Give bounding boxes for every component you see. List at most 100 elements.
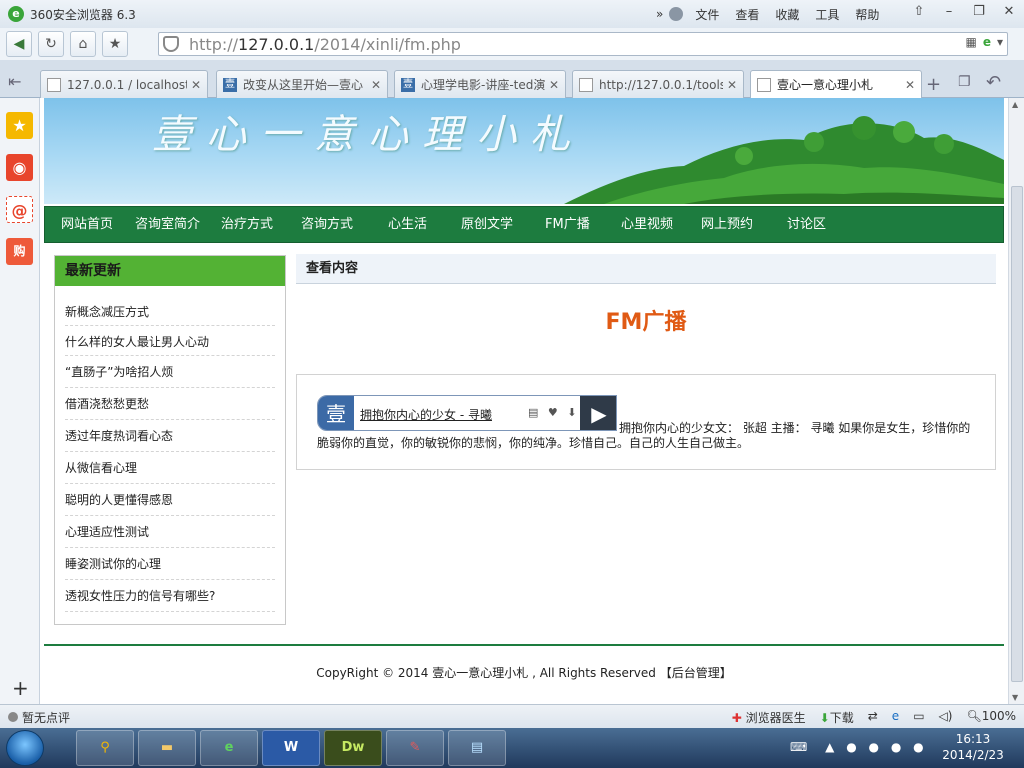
address-dropdown-icon[interactable]: ▾ [997, 35, 1003, 49]
scroll-down-icon[interactable]: ▼ [1012, 693, 1018, 702]
close-icon[interactable]: ✕ [994, 0, 1024, 24]
more-icon[interactable]: » [656, 7, 663, 21]
latest-updates-list: 新概念减压方式 什么样的女人最让男人心动 “直肠子”为啥招人烦 借酒浇愁愁更愁 … [55, 286, 285, 612]
tab-psych-movies[interactable]: 壹 心理学电影-讲座-ted演 ✕ [394, 70, 566, 98]
tab-list-icon[interactable]: ❐ [958, 74, 971, 90]
tab-close-icon[interactable]: ✕ [549, 78, 559, 92]
back-button[interactable]: ◀ [6, 31, 32, 57]
new-tab-icon[interactable]: + [926, 74, 941, 95]
home-button[interactable]: ⌂ [70, 31, 96, 57]
page-scrollbar[interactable]: ▲ ▼ [1008, 98, 1024, 704]
menu-file[interactable]: 文件 [695, 6, 719, 23]
qq-icon[interactable]: ● [869, 740, 879, 754]
qrcode-icon[interactable]: ▦ [965, 35, 976, 49]
nav-about[interactable]: 咨询室简介 [135, 207, 200, 243]
360-browser-app-icon[interactable]: e [200, 730, 258, 766]
list-item[interactable]: 聪明的人更懂得感恩 [65, 484, 275, 516]
list-item[interactable]: 透过年度热词看心态 [65, 420, 275, 452]
qq-icon[interactable]: ● [913, 740, 923, 754]
download-button[interactable]: ⬇下载 [820, 709, 854, 726]
qq-icon[interactable]: ● [846, 740, 856, 754]
star-icon[interactable]: ★ [6, 112, 33, 139]
ie-mode-icon[interactable]: e [983, 35, 991, 49]
tab-yixin-active[interactable]: 壹心一意心理小札 ✕ [750, 70, 922, 98]
mail-icon[interactable]: @ [6, 196, 33, 223]
menu-tools[interactable]: 工具 [815, 6, 839, 23]
list-item[interactable]: “直肠子”为啥招人烦 [65, 356, 275, 388]
list-item[interactable]: 睡姿测试你的心理 [65, 548, 275, 580]
weibo-icon[interactable]: ◉ [6, 154, 33, 181]
zoom-control[interactable]: 🔍︎100% [966, 709, 1016, 726]
notes-app-icon[interactable]: ✎ [386, 730, 444, 766]
window-icon[interactable]: ▭ [913, 709, 924, 726]
tab-close-icon[interactable]: ✕ [905, 78, 915, 92]
nav-therapy[interactable]: 治疗方式 [221, 207, 273, 243]
speed-icon[interactable]: ⇄ [868, 709, 878, 726]
list-item[interactable]: 借酒浇愁愁更愁 [65, 388, 275, 420]
nav-literature[interactable]: 原创文学 [461, 207, 513, 243]
minimize-icon[interactable]: – [934, 0, 964, 24]
keyboard-icon[interactable]: ⌨ [790, 740, 807, 754]
security-shield-icon[interactable] [163, 36, 179, 52]
skin-icon[interactable]: ⇧ [904, 0, 934, 24]
browser-doctor-button[interactable]: ✚ 浏览器医生 [732, 709, 806, 726]
dreamweaver-app-icon[interactable]: Dw [324, 730, 382, 766]
sidebar-toggle-icon[interactable]: ⇤ [8, 72, 21, 91]
shopping-icon[interactable]: 购 [6, 238, 33, 265]
address-url[interactable]: http://127.0.0.1/2014/xinli/fm.php [189, 35, 461, 54]
browser-menubar: » 文件 查看 收藏 工具 帮助 [656, 0, 879, 28]
search-app-icon[interactable]: ⚲ [76, 730, 134, 766]
page-title: FM广播 [605, 310, 687, 335]
list-item[interactable]: 心理适应性测试 [65, 516, 275, 548]
restore-icon[interactable]: ❐ [964, 0, 994, 24]
notepad-app-icon[interactable]: ▤ [448, 730, 506, 766]
taskbar-clock[interactable]: 16:13 2014/2/23 [928, 731, 1018, 763]
nav-home[interactable]: 网站首页 [61, 207, 113, 243]
tab-close-icon[interactable]: ✕ [191, 78, 201, 92]
nav-video[interactable]: 心里视频 [621, 207, 673, 243]
nav-consult[interactable]: 咨询方式 [301, 207, 353, 243]
tab-localhost[interactable]: 127.0.0.1 / localhost ✕ [40, 70, 208, 98]
tab-close-icon[interactable]: ✕ [371, 78, 381, 92]
menu-view[interactable]: 查看 [735, 6, 759, 23]
start-button[interactable] [6, 730, 44, 766]
download-icon[interactable]: ⬇ [567, 406, 576, 419]
tab-yixin-start[interactable]: 壹 改变从这里开始—壹心 ✕ [216, 70, 388, 98]
footer-copyright: CopyRight © 2014 壹心一意心理小札 , All Rights R… [316, 666, 656, 680]
refresh-button[interactable]: ↻ [38, 31, 64, 57]
ie-icon[interactable]: e [892, 709, 899, 726]
user-icon[interactable] [669, 7, 684, 21]
admin-link[interactable]: 【后台管理】 [660, 666, 732, 680]
list-item[interactable]: 透视女性压力的信号有哪些? [65, 580, 275, 612]
tab-tools[interactable]: http://127.0.0.1/tools ✕ [572, 70, 744, 98]
scroll-thumb[interactable] [1011, 186, 1023, 682]
system-tray: ⌨ ▲ ● ● ● ● [790, 740, 924, 754]
volume-icon[interactable]: ◁) [939, 709, 953, 726]
status-comment[interactable]: 暂无点评 [8, 709, 70, 726]
list-item[interactable]: 从微信看心理 [65, 452, 275, 484]
playlist-icon[interactable]: ▤ [528, 406, 538, 419]
undo-close-icon[interactable]: ↶ [986, 72, 1001, 93]
tray-expand-icon[interactable]: ▲ [825, 740, 834, 754]
add-sidebar-icon[interactable]: + [12, 676, 29, 700]
tab-close-icon[interactable]: ✕ [727, 78, 737, 92]
list-item[interactable]: 新概念减压方式 [65, 296, 275, 326]
nav-booking[interactable]: 网上预约 [701, 207, 753, 243]
favorite-button[interactable]: ★ [102, 31, 128, 57]
word-app-icon[interactable]: W [262, 730, 320, 766]
menu-help[interactable]: 帮助 [855, 6, 879, 23]
nav-life[interactable]: 心生活 [388, 207, 427, 243]
scroll-up-icon[interactable]: ▲ [1012, 100, 1018, 109]
like-icon[interactable]: ♥ [548, 406, 558, 419]
list-item[interactable]: 什么样的女人最让男人心动 [65, 326, 275, 356]
menu-favorites[interactable]: 收藏 [775, 6, 799, 23]
nav-fm[interactable]: FM广播 [545, 207, 590, 243]
page-icon [47, 77, 61, 92]
nav-forum[interactable]: 讨论区 [787, 207, 826, 243]
tab-label: 改变从这里开始—壹心 [243, 78, 364, 92]
explorer-app-icon[interactable]: ▬ [138, 730, 196, 766]
address-bar[interactable]: http://127.0.0.1/2014/xinli/fm.php ▦ e ▾ [158, 32, 1008, 56]
qq-icon[interactable]: ● [891, 740, 901, 754]
site-main-nav: 网站首页 咨询室简介 治疗方式 咨询方式 心生活 原创文学 FM广播 心里视频 … [44, 206, 1004, 243]
article-box: 壹 拥抱你内心的少女 - 寻曦 ▤ ♥ ⬇ ▶ 拥抱你内心的少女文： 张超 主播… [296, 374, 996, 470]
